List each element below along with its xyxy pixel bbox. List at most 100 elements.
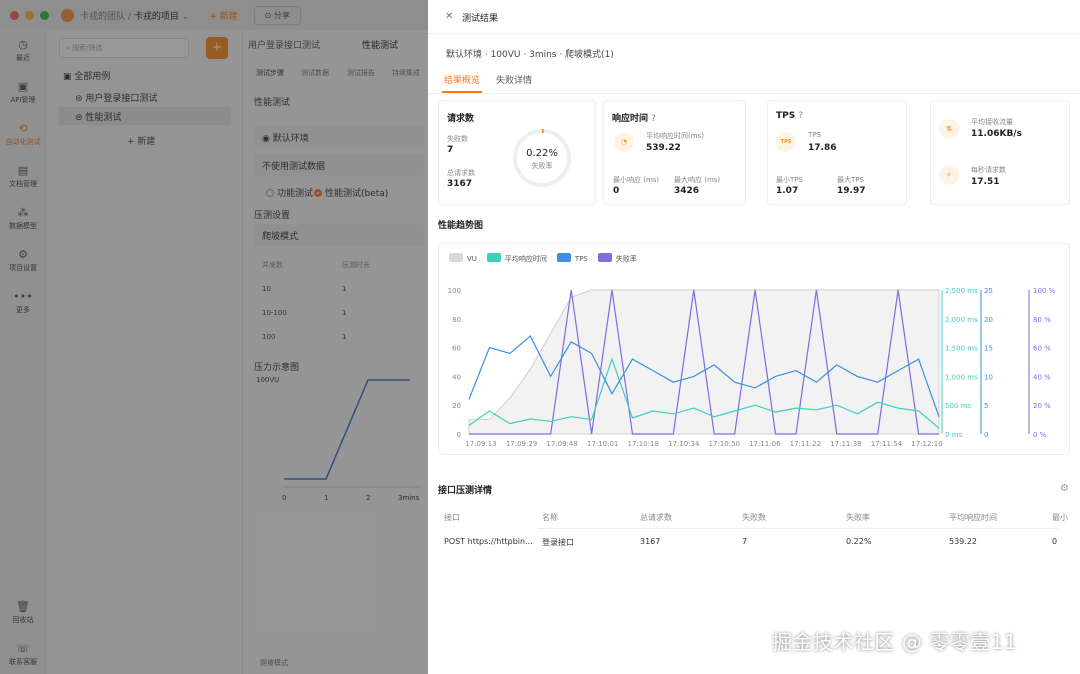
max-tps-value: 19.97: [837, 186, 866, 196]
y-tps-tick-label: 25: [984, 287, 993, 295]
y-tick-label: 80: [452, 316, 461, 324]
rps-label: 每秒请求数: [971, 166, 1006, 174]
response-title-text: 响应时间: [612, 114, 649, 124]
trend-chart: VU 平均响应时间 TPS 失败率 0 20 40 60 80 100 0 ms 500 ms…: [438, 243, 1070, 455]
fail-rate-label: 失败率: [531, 162, 553, 170]
y-resp-tick-label: 1,000 ms: [945, 373, 978, 381]
cell-name: 登录接口: [542, 538, 574, 547]
cell-total: 3167: [640, 537, 661, 546]
test-result-drawer: ✕ 测试结果 默认环境 · 100VU · 3mins · 爬坡模式(1) 结果…: [428, 0, 1080, 674]
help-icon[interactable]: ?: [798, 111, 803, 121]
y-tick-label: 40: [452, 373, 461, 381]
watermark: 掘金技术社区 @ 零零壹11: [772, 630, 1018, 654]
y-tps-tick-label: 15: [984, 345, 993, 353]
y-fail-tick-label: 60 %: [1033, 345, 1051, 353]
traffic-icon: ⇅: [939, 119, 959, 139]
fail-rate-value: 0.22%: [526, 148, 558, 159]
avg-resp-value: 539.22: [646, 143, 681, 153]
col-header: 失败率: [846, 513, 870, 522]
drawer-header: ✕ 测试结果: [428, 0, 1080, 34]
requests-card: 请求数 失败数 7 总请求数 3167 0.22% 失败率: [438, 100, 596, 205]
y-tps-tick-label: 0: [984, 431, 988, 439]
cell-fail-rate: 0.22%: [846, 537, 872, 546]
cell-min: 0: [1052, 537, 1058, 546]
y-resp-tick-label: 2,500 ms: [945, 287, 978, 295]
fail-rate-donut: 0.22% 失败率: [511, 127, 573, 189]
y-fail-tick-label: 20 %: [1033, 402, 1051, 410]
col-header: 总请求数: [640, 513, 672, 522]
y-tick-label: 0: [457, 431, 461, 439]
y-tick-label: 60: [452, 345, 461, 353]
min-tps-value: 1.07: [776, 186, 799, 196]
y-tps-tick-label: 20: [984, 316, 993, 324]
x-tick-label: 17:10:50: [709, 440, 740, 448]
x-tick-label: 17:11:06: [749, 440, 781, 448]
max-resp-value: 3426: [674, 186, 700, 196]
x-tick-label: 17:09:48: [546, 440, 577, 448]
cell-failed: 7: [742, 537, 748, 546]
tps-title: TPS ?: [776, 111, 803, 121]
total-count-label: 总请求数: [447, 169, 475, 177]
y-tps-tick-label: 5: [984, 402, 988, 410]
tps-card: TPS ? TPS TPS 17.86 最小TPS 1.07 最大TPS 19.…: [767, 100, 907, 205]
col-header: 接口: [444, 513, 460, 522]
tps-label: TPS: [808, 131, 821, 139]
trend-svg: 0204060801000 ms500 ms1,000 ms1,500 ms2,…: [448, 287, 1056, 448]
help-icon[interactable]: ?: [651, 114, 656, 124]
cell-endpoint: POST https://httpbin...: [444, 537, 533, 546]
y-fail-tick-label: 80 %: [1033, 316, 1051, 324]
y-resp-tick-label: 1,500 ms: [945, 345, 978, 353]
fail-count-value: 7: [447, 145, 454, 155]
x-tick-label: 17:12:10: [911, 440, 942, 448]
min-tps-label: 最小TPS: [776, 176, 803, 184]
table-row[interactable]: POST https://httpbin... 登录接口 3167 7 0.22…: [444, 537, 1074, 551]
x-tick-label: 17:10:01: [587, 440, 618, 448]
recv-value: 11.06KB/s: [971, 129, 1022, 139]
tab-overview[interactable]: 结果概览: [444, 73, 480, 86]
col-header: 名称: [542, 513, 558, 522]
y-fail-tick-label: 40 %: [1033, 373, 1051, 381]
y-tick-label: 100: [448, 287, 461, 295]
cell-avg-resp: 539.22: [949, 537, 977, 546]
recv-label: 平均接收流量: [971, 118, 1013, 126]
tps-badge-icon: TPS: [776, 132, 796, 152]
modal-overlay[interactable]: [0, 0, 428, 674]
x-tick-label: 17:10:18: [627, 440, 658, 448]
tab-divider: [428, 93, 1080, 94]
x-tick-label: 17:11:22: [790, 440, 821, 448]
tps-title-text: TPS: [776, 111, 796, 121]
y-fail-tick-label: 100 %: [1033, 287, 1056, 295]
detail-title: 接口压测详情: [438, 486, 493, 496]
col-header: 平均响应时间: [949, 513, 997, 522]
col-header: 失败数: [742, 513, 766, 522]
tps-value: 17.86: [808, 143, 837, 153]
requests-per-second-icon: ⚡: [939, 165, 959, 185]
throughput-card: ⇅ 平均接收流量 11.06KB/s ⚡ 每秒请求数 17.51: [930, 100, 1070, 205]
max-tps-label: 最大TPS: [837, 176, 864, 184]
x-tick-label: 17:09:29: [506, 440, 537, 448]
detail-table-header: 接口 名称 总请求数 失败数 失败率 平均响应时间 最小: [444, 512, 1074, 526]
table-divider: [538, 528, 1058, 529]
fail-count-label: 失败数: [447, 135, 468, 143]
y-tps-tick-label: 10: [984, 373, 993, 381]
x-tick-label: 17:10:34: [668, 440, 700, 448]
avg-resp-label: 平均响应时间(ms): [646, 132, 704, 140]
response-title: 响应时间 ?: [612, 111, 656, 124]
tab-failures[interactable]: 失败详情: [496, 73, 532, 86]
min-resp-label: 最小响应 (ms): [613, 176, 660, 184]
y-resp-tick-label: 500 ms: [945, 402, 971, 410]
drawer-title: 测试结果: [462, 14, 499, 24]
x-tick-label: 17:11:54: [871, 440, 903, 448]
trend-title: 性能趋势图: [438, 221, 484, 231]
y-fail-tick-label: 0 %: [1033, 431, 1047, 439]
run-meta: 默认环境 · 100VU · 3mins · 爬坡模式(1): [446, 50, 614, 60]
y-resp-tick-label: 2,000 ms: [945, 316, 978, 324]
response-card: 响应时间 ? ◔ 平均响应时间(ms) 539.22 最小响应 (ms) 0 最…: [603, 100, 746, 205]
requests-title: 请求数: [447, 114, 475, 124]
gear-icon[interactable]: ⚙: [1060, 483, 1069, 494]
y-tick-label: 20: [452, 402, 461, 410]
col-header: 最小: [1052, 513, 1068, 522]
timer-icon: ◔: [614, 132, 634, 152]
close-icon[interactable]: ✕: [445, 11, 453, 22]
total-count-value: 3167: [447, 179, 473, 189]
